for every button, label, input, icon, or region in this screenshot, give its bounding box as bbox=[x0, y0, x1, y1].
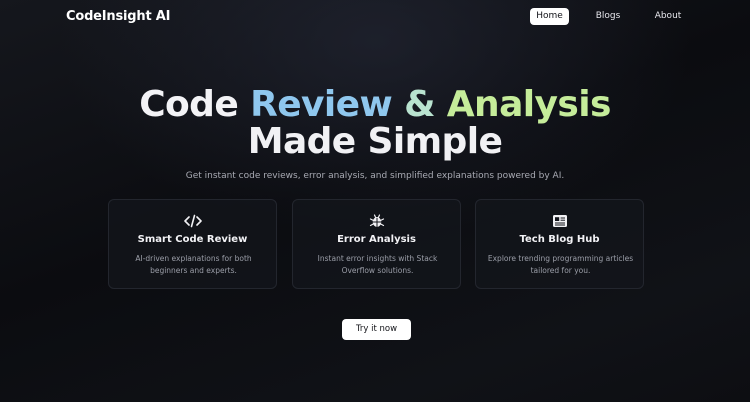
top-nav: CodeInsight AI Home Blogs About bbox=[0, 0, 750, 34]
bug-icon bbox=[293, 213, 460, 229]
feature-card-blog-hub: Tech Blog Hub Explore trending programmi… bbox=[475, 199, 644, 289]
feature-card-title: Smart Code Review bbox=[137, 234, 248, 245]
feature-card-code-review: Smart Code Review AI-driven explanations… bbox=[108, 199, 277, 289]
nav-about-link[interactable]: About bbox=[650, 8, 686, 25]
nav-blogs-link[interactable]: Blogs bbox=[590, 8, 626, 25]
hero-word-code: Code bbox=[139, 84, 239, 125]
feature-card-error-analysis: Error Analysis Instant error insights wi… bbox=[292, 199, 461, 289]
nav-home-link[interactable]: Home bbox=[530, 8, 569, 25]
brand-logo[interactable]: CodeInsight AI bbox=[66, 9, 170, 24]
hero-title-line2: Made Simple bbox=[247, 121, 503, 162]
hero-word-amp: & bbox=[404, 84, 435, 125]
feature-card-description: Explore trending programming articles ta… bbox=[487, 254, 634, 275]
try-it-now-button[interactable]: Try it now bbox=[342, 319, 411, 340]
hero-subtitle: Get instant code reviews, error analysis… bbox=[185, 171, 565, 181]
feature-card-title: Tech Blog Hub bbox=[519, 234, 600, 245]
hero-title-line1: Code Review & Analysis bbox=[0, 84, 750, 125]
hero-word-analysis: Analysis bbox=[446, 84, 612, 125]
feature-card-title: Error Analysis bbox=[337, 234, 416, 245]
code-icon bbox=[109, 213, 276, 229]
feature-card-description: Instant error insights with Stack Overfl… bbox=[317, 254, 438, 275]
hero-word-review: Review bbox=[250, 84, 393, 125]
newspaper-icon bbox=[476, 213, 643, 229]
feature-card-description: AI-driven explanations for both beginner… bbox=[135, 254, 252, 275]
